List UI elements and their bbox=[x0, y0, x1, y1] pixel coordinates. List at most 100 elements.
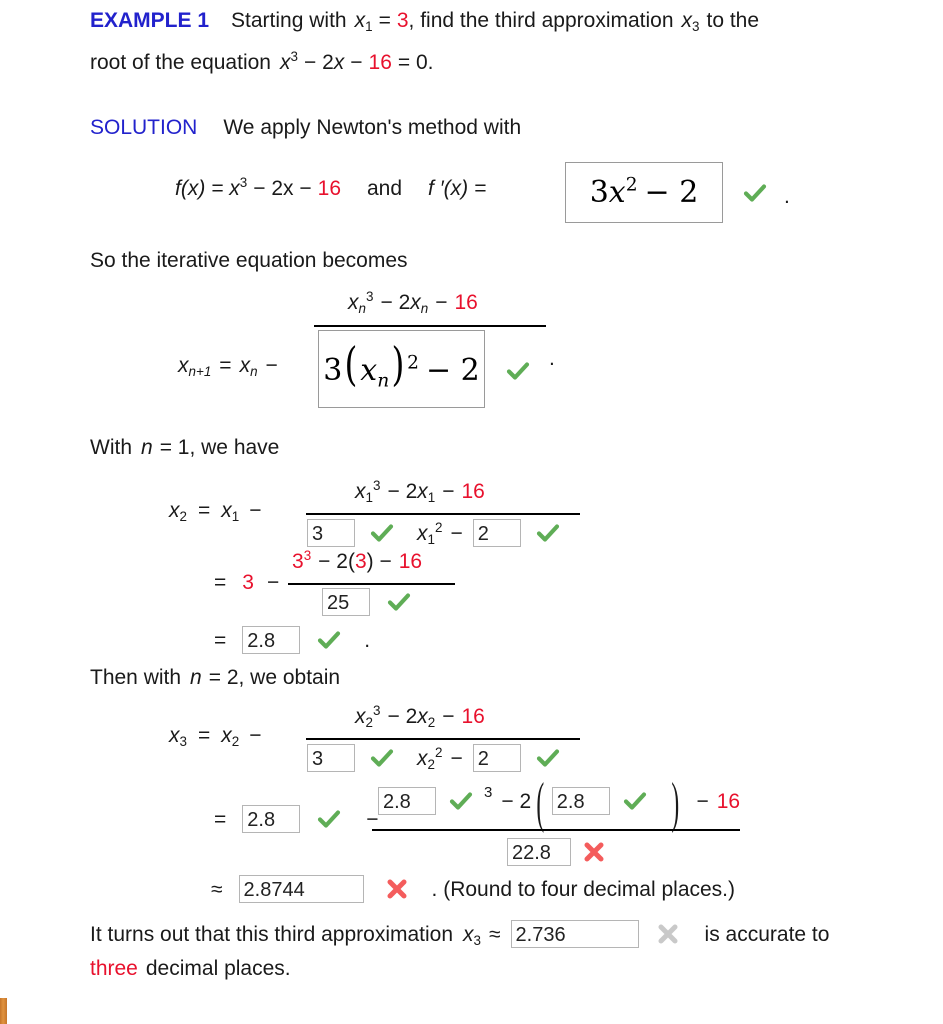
closing-line-1: It turns out that this third approximati… bbox=[90, 920, 829, 948]
solution-line: SOLUTION We apply Newton's method with bbox=[90, 117, 521, 138]
n1-line3-eq: = bbox=[214, 628, 227, 652]
n1-num-mid: − 2 bbox=[387, 480, 418, 503]
closing-approx: ≈ bbox=[489, 922, 501, 946]
example-linear-x: x bbox=[333, 51, 345, 74]
step-n2-intro: Then with n = 2, we obtain bbox=[90, 667, 340, 688]
n2-intro-n: n bbox=[190, 666, 202, 689]
fprime-answer-box[interactable]: 3x2− 2 bbox=[565, 162, 723, 223]
fprime-check-icon bbox=[742, 180, 768, 206]
step-n1-line2-denominator: 25 bbox=[322, 588, 412, 616]
step-n1-lhs: x2 = x1 − bbox=[169, 499, 262, 524]
n2-numer-exponent: 3 bbox=[484, 783, 493, 801]
step-n2-lhs: x3 = x2 − bbox=[169, 724, 262, 749]
n1-line2-eq: = bbox=[214, 571, 227, 594]
n1-line2-num-c: 3 bbox=[354, 550, 367, 573]
n2-num-x1: x23 bbox=[355, 703, 381, 730]
n2-rounding-note: . (Round to four decimal places.) bbox=[431, 877, 736, 901]
step-n1-line2-rule bbox=[288, 583, 455, 585]
step-n1-line2-numerator: 33 − 2( 3 ) − 16 bbox=[292, 549, 423, 573]
iter-num-16: 16 bbox=[454, 291, 478, 314]
n1-num-16: 16 bbox=[461, 480, 485, 503]
example-line2-a: root of the equation bbox=[90, 51, 271, 74]
solution-text: We apply Newton's method with bbox=[223, 116, 522, 139]
problem-page: EXAMPLE 1 Starting with x1 = 3 , find th… bbox=[0, 0, 943, 1024]
step-n1-line3: = 2.8 . bbox=[214, 626, 370, 654]
n1-denom-constant-check-icon bbox=[535, 520, 561, 546]
n2-final-answer-input[interactable]: 2.8744 bbox=[238, 875, 364, 903]
n1-line3-period: . bbox=[364, 628, 371, 652]
iterative-lhs: xn+1 = xn − bbox=[178, 354, 278, 379]
n2-num-mid: − 2 bbox=[387, 705, 418, 728]
n1-result-input[interactable]: 2.8 bbox=[242, 626, 301, 654]
n1-denom-constant-input[interactable]: 2 bbox=[472, 519, 521, 547]
n2-denom-constant-input[interactable]: 2 bbox=[472, 744, 521, 772]
n1-eq: = bbox=[197, 499, 211, 522]
n2-numer-mid: − 2 bbox=[501, 789, 532, 813]
n2-rhs-x: x2 bbox=[221, 724, 240, 749]
n2-lhs-x: x3 bbox=[169, 724, 187, 749]
closing-answer-input[interactable]: 2.736 bbox=[510, 920, 639, 948]
iterative-period: . bbox=[549, 347, 555, 370]
example-line-2: root of the equation x3 − 2 x − 16 = 0. bbox=[90, 49, 434, 74]
example-x1-var: x1 bbox=[354, 9, 373, 34]
closing-text-a: It turns out that this third approximati… bbox=[90, 922, 454, 946]
iterative-check-icon bbox=[505, 358, 531, 384]
step-n2-denominator: 3 x22 − 2 bbox=[307, 744, 561, 772]
closing-line-2: three decimal places. bbox=[90, 958, 291, 979]
solution-label: SOLUTION bbox=[90, 116, 198, 139]
n2-denom-coefficient-check-icon bbox=[369, 745, 395, 771]
n2-line2-eq: = bbox=[214, 807, 227, 831]
closing-three: three bbox=[90, 957, 138, 980]
example-line2-mid: − 2 bbox=[303, 51, 334, 74]
example-text-b: , find the third approximation bbox=[408, 9, 674, 32]
n2-numer-inner-input[interactable]: 2.8 bbox=[551, 787, 610, 815]
example-text-c: to the bbox=[706, 9, 760, 32]
n2-intro-b: = 2, we obtain bbox=[208, 666, 341, 689]
n1-denom-x: x12 bbox=[417, 519, 443, 547]
fx-16: 16 bbox=[317, 177, 341, 200]
step-n1-fraction-rule bbox=[306, 513, 580, 515]
example-text-a: Starting with bbox=[231, 9, 347, 32]
n1-intro-n: n bbox=[141, 436, 153, 459]
example-line2-end: = 0. bbox=[397, 51, 434, 74]
iterative-fraction-rule bbox=[314, 325, 546, 327]
n1-result-check-icon bbox=[316, 627, 342, 653]
n1-line2-minus: − bbox=[266, 571, 280, 594]
orange-edge-marker bbox=[0, 998, 7, 1024]
n1-denom-coefficient-input[interactable]: 3 bbox=[307, 519, 355, 547]
iter-num-x2: xn bbox=[410, 291, 429, 316]
n2-line2-denominator-input[interactable]: 22.8 bbox=[507, 838, 571, 866]
n1-denom-minus: − bbox=[450, 521, 463, 545]
example-cubic-x: x3 bbox=[279, 49, 298, 74]
n2-final-answer-x-icon bbox=[384, 876, 410, 902]
step-n2-line2-denominator: 22.8 bbox=[507, 838, 607, 866]
step-n2-line3: ≈ 2.8744 . (Round to four decimal places… bbox=[211, 875, 735, 903]
step-n1-line2-lhs: = 3 − bbox=[214, 572, 279, 593]
example-label: EXAMPLE 1 bbox=[90, 9, 210, 32]
n1-line2-num-16: 16 bbox=[398, 550, 423, 573]
step-n1-intro: With n = 1, we have bbox=[90, 437, 279, 458]
fprime-label: f ′(x) = bbox=[428, 177, 487, 200]
step-n2-numerator: x23 − 2 x2 − 16 bbox=[355, 703, 485, 730]
closing-text-b: is accurate to bbox=[704, 922, 830, 946]
step-n2-fraction-rule bbox=[306, 738, 580, 740]
n2-numer-inner-check-icon bbox=[622, 788, 648, 814]
n1-lhs-x: x2 bbox=[169, 499, 187, 524]
step-n2-line2-rule bbox=[372, 829, 740, 831]
iterative-denominator-expression: 3(xn) 2− 2 bbox=[323, 336, 480, 391]
iter-lhs-x: xn+1 bbox=[178, 354, 212, 379]
n2-base-input[interactable]: 2.8 bbox=[242, 805, 301, 833]
example-line2-minus: − bbox=[350, 51, 363, 74]
n2-num-minus: − bbox=[442, 705, 455, 728]
n1-num-x1: x13 bbox=[355, 478, 381, 505]
and-word: and bbox=[367, 177, 403, 200]
n1-rhs-x: x1 bbox=[221, 499, 240, 524]
iter-num-minus: − bbox=[435, 291, 448, 314]
example-x1-value: 3 bbox=[396, 9, 409, 32]
n2-denom-coefficient-input[interactable]: 3 bbox=[307, 744, 355, 772]
n1-line2-denominator-input[interactable]: 25 bbox=[322, 588, 370, 616]
n2-numer-base-input[interactable]: 2.8 bbox=[378, 787, 436, 815]
iter-rhs-x: xn bbox=[239, 354, 258, 379]
n2-base-check-icon bbox=[316, 806, 342, 832]
iterative-denominator-box[interactable]: 3(xn) 2− 2 bbox=[318, 330, 485, 408]
